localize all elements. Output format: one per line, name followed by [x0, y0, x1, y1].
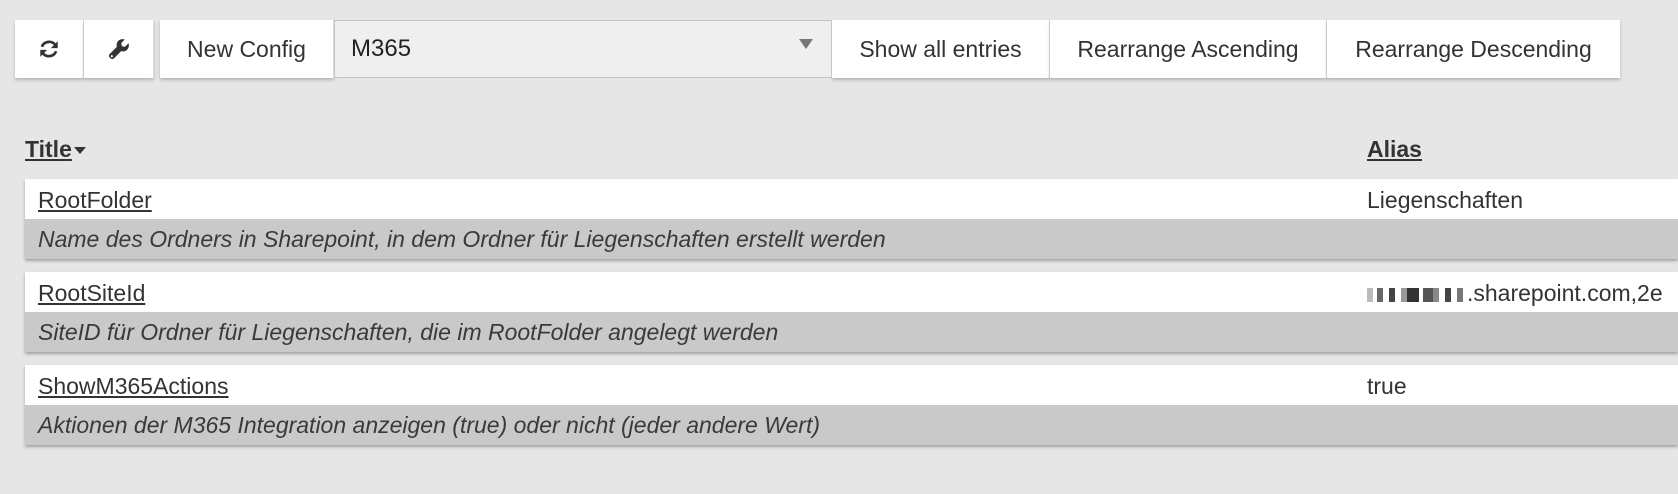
row-main: RootSiteId .sharepoint.com,2e: [25, 272, 1678, 312]
row-alias: .sharepoint.com,2e: [1367, 280, 1663, 307]
table-row: ShowM365Actions true Aktionen der M365 I…: [25, 365, 1678, 445]
refresh-icon: [40, 40, 58, 58]
refresh-button[interactable]: [15, 20, 84, 78]
config-select[interactable]: M365: [334, 20, 832, 78]
wrench-icon: [108, 39, 129, 60]
row-description: SiteID für Ordner für Liegenschaften, di…: [25, 312, 1678, 352]
table-row: RootSiteId .sharepoint.com,2e SiteID für…: [25, 272, 1678, 352]
rearrange-descending-button[interactable]: Rearrange Descending: [1327, 20, 1620, 78]
column-header-title[interactable]: Title: [25, 136, 86, 163]
new-config-button[interactable]: New Config: [160, 20, 334, 78]
row-title-link[interactable]: RootSiteId: [38, 280, 145, 307]
row-description: Name des Ordners in Sharepoint, in dem O…: [25, 219, 1678, 259]
table-row: RootFolder Liegenschaften Name des Ordne…: [25, 179, 1678, 259]
column-header-alias[interactable]: Alias: [1367, 136, 1422, 163]
config-page: New Config M365 Show all entries Rearran…: [0, 0, 1678, 494]
row-main: RootFolder Liegenschaften: [25, 179, 1678, 219]
row-description: Aktionen der M365 Integration anzeigen (…: [25, 405, 1678, 445]
column-header-title-label: Title: [25, 136, 72, 162]
settings-button[interactable]: [84, 20, 154, 78]
row-title-link[interactable]: RootFolder: [38, 187, 152, 214]
show-all-entries-button[interactable]: Show all entries: [832, 20, 1050, 78]
row-alias-text: .sharepoint.com,2e: [1467, 280, 1663, 306]
rearrange-ascending-button[interactable]: Rearrange Ascending: [1050, 20, 1327, 78]
config-select-value: M365: [351, 35, 412, 62]
row-main: ShowM365Actions true: [25, 365, 1678, 405]
redacted-block: [1367, 288, 1467, 302]
row-title-link[interactable]: ShowM365Actions: [38, 373, 229, 400]
chevron-down-icon: [799, 39, 813, 49]
sort-desc-icon: [73, 147, 86, 154]
row-alias: true: [1367, 373, 1407, 399]
row-alias: Liegenschaften: [1367, 187, 1524, 213]
toolbar: New Config M365 Show all entries Rearran…: [15, 20, 1620, 78]
